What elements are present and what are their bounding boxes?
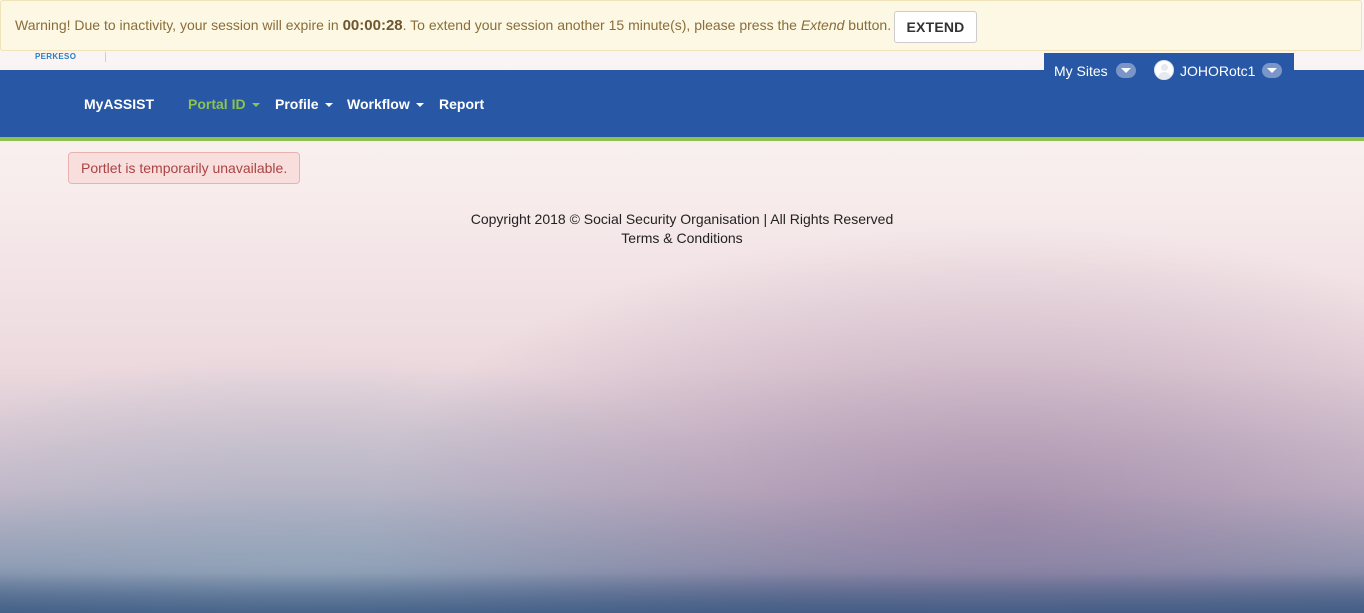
copyright-text: Copyright 2018 © Social Security Organis…	[470, 211, 894, 227]
caret-down-icon	[324, 103, 333, 108]
portlet-unavailable-alert: Portlet is temporarily unavailable.	[68, 152, 300, 184]
perkeso-logo-text[interactable]: PERKESO	[35, 52, 76, 61]
nav-item-label: Workflow	[347, 96, 410, 112]
username-link[interactable]: JOHORotc1	[1180, 63, 1255, 79]
warning-suffix: button.	[844, 17, 892, 33]
background-bottom-gradient	[0, 573, 1364, 613]
user-avatar-icon[interactable]	[1154, 60, 1174, 80]
caret-down-icon	[415, 103, 424, 108]
session-expiry-warning: Warning! Due to inactivity, your session…	[0, 0, 1362, 51]
alert-message: Portlet is temporarily unavailable.	[81, 160, 288, 176]
nav-item-myassist[interactable]: MyASSIST	[84, 96, 154, 112]
warning-prefix: Warning! Due to inactivity, your session…	[15, 17, 343, 33]
nav-item-label: Profile	[275, 96, 319, 112]
nav-item-report[interactable]: Report	[439, 96, 484, 112]
my-sites-dropdown-icon[interactable]	[1116, 63, 1136, 78]
nav-item-label: Portal ID	[188, 96, 246, 112]
warning-message: Warning! Due to inactivity, your session…	[15, 17, 891, 34]
my-sites-link[interactable]: My Sites	[1054, 63, 1108, 79]
nav-item-workflow[interactable]: Workflow	[347, 96, 424, 112]
nav-item-profile[interactable]: Profile	[275, 96, 333, 112]
footer: Copyright 2018 © Social Security Organis…	[0, 210, 1364, 248]
nav-item-portal-id[interactable]: Portal ID	[188, 96, 260, 112]
caret-down-icon	[251, 103, 260, 108]
logo-divider	[105, 52, 106, 62]
nav-item-label: MyASSIST	[84, 96, 155, 112]
user-menu-dropdown-icon[interactable]	[1262, 63, 1282, 78]
terms-link[interactable]: Terms & Conditions	[621, 230, 742, 246]
user-bar: My Sites JOHORotc1	[1044, 53, 1294, 87]
session-countdown: 00:00:28	[342, 17, 403, 34]
warning-middle: . To extend your session another 15 minu…	[402, 17, 801, 33]
nav-item-label: Report	[439, 96, 485, 112]
extend-session-button[interactable]: EXTEND	[894, 11, 977, 43]
warning-extend-emphasis: Extend	[800, 17, 845, 33]
